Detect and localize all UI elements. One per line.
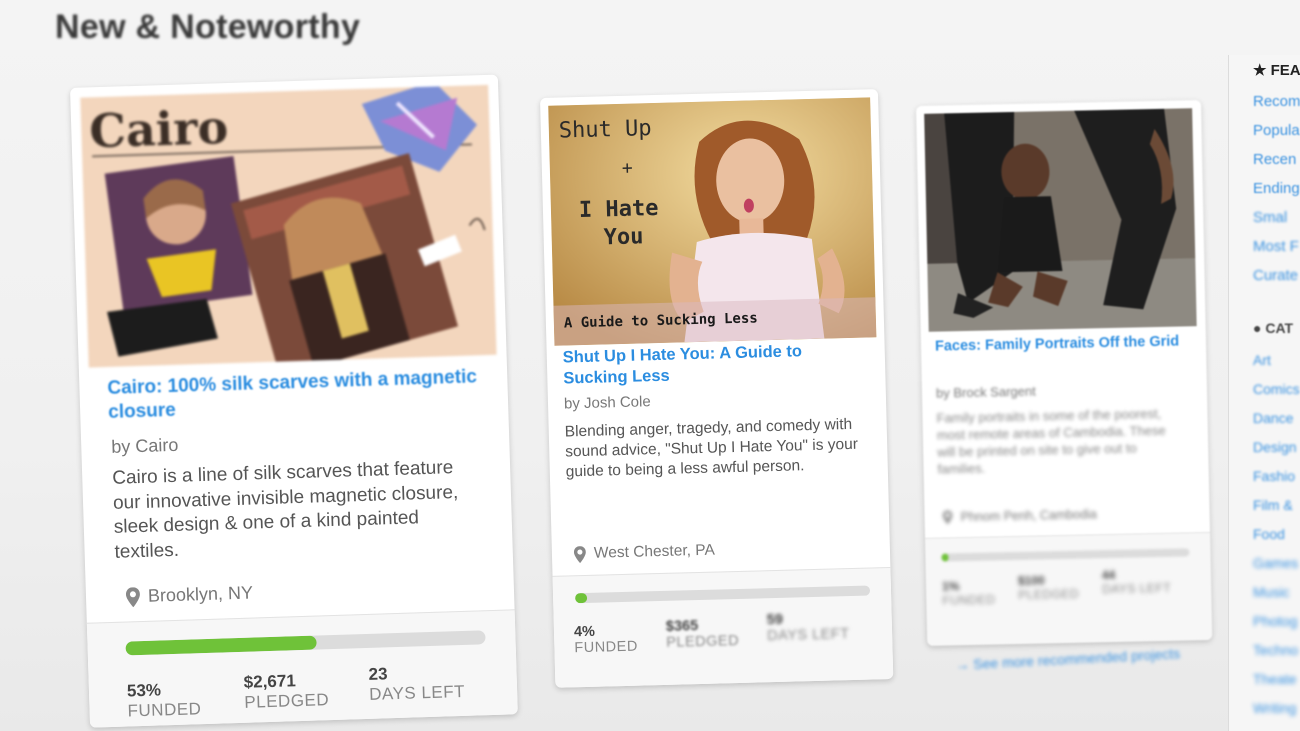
stat-funded: 4% FUNDED [574,623,638,657]
stat-label: PLEDGED [244,690,330,712]
stat-value: $100 [1017,573,1045,588]
page: New & Noteworthy Cairo Cairo: 100% silk … [0,0,1300,731]
sidebar-category-link[interactable]: Theate [1253,671,1297,687]
svg-text:+: + [622,158,634,179]
svg-text:Shut Up: Shut Up [559,116,652,143]
location-text: Phnom Penh, Cambodia [960,507,1097,525]
stat-label: FUNDED [574,638,639,657]
project-card-shut-up[interactable]: Shut Up + I Hate You A Guide to Sucking … [540,89,894,688]
sidebar-category-link[interactable]: Design [1253,439,1297,455]
sidebar-featured-link[interactable]: Recom [1253,93,1300,110]
project-title[interactable]: Shut Up I Hate You: A Guide to Sucking L… [563,340,864,389]
stat-days-left: 59 DAYS LEFT [767,610,850,644]
cairo-logo-text: Cairo [89,100,229,158]
location-pin-icon [573,545,586,563]
project-author[interactable]: by Josh Cole [564,393,651,412]
stat-funded: 53% FUNDED [127,679,202,721]
stat-value: $365 [665,618,699,635]
stat-days-left: 23 DAYS LEFT [368,662,465,705]
stat-value: 1% [941,579,960,594]
sidebar-category-link[interactable]: Dance [1253,410,1293,426]
stat-label: PLEDGED [1018,586,1080,602]
sidebar-category-link[interactable]: Photog [1253,613,1297,629]
project-image[interactable] [924,108,1197,332]
stat-label: PLEDGED [666,632,740,651]
sidebar-categories-heading: ● CAT [1253,320,1293,336]
sidebar-featured-link[interactable]: Most F [1253,238,1299,255]
sidebar: ★ FEA Recom Popula Recen Ending Smal Mos… [1228,55,1300,731]
project-location[interactable]: Brooklyn, NY [125,582,254,608]
location-text: Brooklyn, NY [147,582,254,606]
stat-label: DAYS LEFT [368,681,466,704]
stat-pledged: $365 PLEDGED [666,617,740,651]
project-image[interactable]: Cairo [80,84,497,368]
stat-label: DAYS LEFT [766,626,850,645]
project-image[interactable]: Shut Up + I Hate You A Guide to Sucking … [548,97,877,346]
location-pin-icon [942,510,953,525]
sidebar-featured-link[interactable]: Popula [1253,122,1300,139]
sidebar-category-link[interactable]: Fashio [1253,468,1295,484]
sidebar-category-link[interactable]: Comics [1253,381,1300,397]
project-title[interactable]: Faces: Family Portraits Off the Grid [935,332,1185,355]
location-text: West Chester, PA [593,541,716,562]
svg-text:I Hate: I Hate [579,196,659,223]
funding-progress-fill [941,553,949,562]
project-author[interactable]: by Cairo [111,435,179,458]
section-title: New & Noteworthy [55,8,361,46]
sidebar-category-link[interactable]: Film & [1253,497,1293,513]
sidebar-featured-link[interactable]: Smal [1253,209,1287,226]
project-description: Family portraits in some of the poorest,… [936,405,1166,477]
funding-progress-fill [574,592,588,604]
stat-value: 53% [126,680,162,701]
project-title[interactable]: Cairo: 100% silk scarves with a magnetic… [107,365,478,424]
project-location[interactable]: West Chester, PA [573,541,716,564]
stat-days-left: 44 DAYS LEFT [1102,567,1172,596]
sidebar-featured-link[interactable]: Ending [1253,180,1300,197]
stat-label: DAYS LEFT [1102,580,1172,597]
project-description: Cairo is a line of silk scarves that fea… [111,457,459,563]
sidebar-category-link[interactable]: Art [1253,352,1271,368]
location-pin-icon [125,586,140,607]
project-card-cairo[interactable]: Cairo Cairo: 100% silk scarves with a ma… [70,74,518,728]
stat-pledged: $100 PLEDGED [1018,573,1079,602]
svg-text:You: You [603,224,643,250]
sidebar-category-link[interactable]: Food [1253,526,1285,542]
sidebar-featured-link[interactable]: Curate [1253,267,1298,284]
sidebar-category-link[interactable]: Music [1253,584,1290,600]
stat-label: FUNDED [127,699,202,721]
stat-value: 44 [1101,567,1116,583]
sidebar-categories-heading-label: CAT [1265,320,1294,336]
see-more-link[interactable]: → See more recommended projects [955,645,1180,673]
stat-value: 4% [573,623,596,641]
sidebar-category-link[interactable]: Games [1253,555,1298,571]
sidebar-category-link[interactable]: Techno [1253,642,1298,658]
project-author[interactable]: by Brock Sargent [936,384,1036,401]
stat-funded: 1% FUNDED [942,578,996,607]
stat-value: $2,671 [243,671,297,692]
sidebar-featured-link[interactable]: Recen [1253,151,1296,168]
tag-icon: ● [1253,320,1266,336]
sidebar-featured-heading: ★ FEA [1253,62,1300,79]
project-location[interactable]: Phnom Penh, Cambodia [942,507,1097,525]
sidebar-category-link[interactable]: Writing [1253,700,1296,716]
stat-label: FUNDED [942,592,996,608]
stat-pledged: $2,671 PLEDGED [243,670,329,713]
project-card-faces[interactable]: Faces: Family Portraits Off the Grid by … [916,100,1213,646]
project-description: Blending anger, tragedy, and comedy with… [564,415,859,481]
